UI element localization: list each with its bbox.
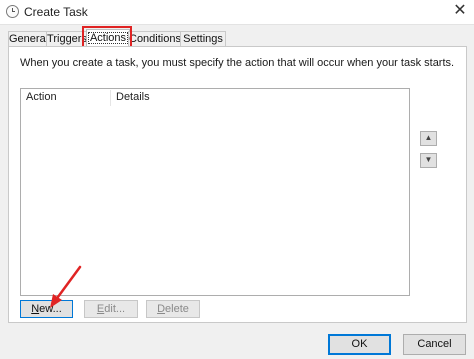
tab-actions[interactable]: Actions bbox=[86, 29, 130, 47]
triangle-down-icon: ▼ bbox=[424, 155, 433, 164]
tab-settings[interactable]: Settings bbox=[180, 31, 226, 46]
create-task-window: Create Task ✕ General Triggers Actions C… bbox=[0, 0, 474, 359]
actions-list[interactable]: Action Details bbox=[20, 88, 410, 296]
tab-conditions[interactable]: Conditions bbox=[128, 31, 182, 46]
tab-triggers[interactable]: Triggers bbox=[46, 31, 88, 46]
edit-action-button[interactable]: Edit... bbox=[84, 300, 138, 318]
instruction-text: When you create a task, you must specify… bbox=[20, 57, 455, 69]
column-header-details[interactable]: Details bbox=[111, 89, 316, 107]
clock-icon bbox=[6, 5, 19, 18]
close-button[interactable]: ✕ bbox=[446, 0, 474, 24]
new-action-button[interactable]: New... bbox=[20, 300, 73, 318]
title-bar: Create Task ✕ bbox=[0, 0, 474, 25]
cancel-button[interactable]: Cancel bbox=[403, 334, 466, 355]
triangle-up-icon: ▲ bbox=[424, 133, 433, 142]
list-header: Action Details bbox=[21, 89, 409, 107]
delete-action-button[interactable]: Delete bbox=[146, 300, 200, 318]
window-title: Create Task bbox=[24, 5, 88, 19]
move-up-button[interactable]: ▲ bbox=[420, 131, 437, 146]
column-header-action[interactable]: Action bbox=[21, 89, 110, 107]
ok-button[interactable]: OK bbox=[328, 334, 391, 355]
actions-panel: When you create a task, you must specify… bbox=[8, 46, 467, 323]
move-down-button[interactable]: ▼ bbox=[420, 153, 437, 168]
tab-general[interactable]: General bbox=[8, 31, 48, 46]
